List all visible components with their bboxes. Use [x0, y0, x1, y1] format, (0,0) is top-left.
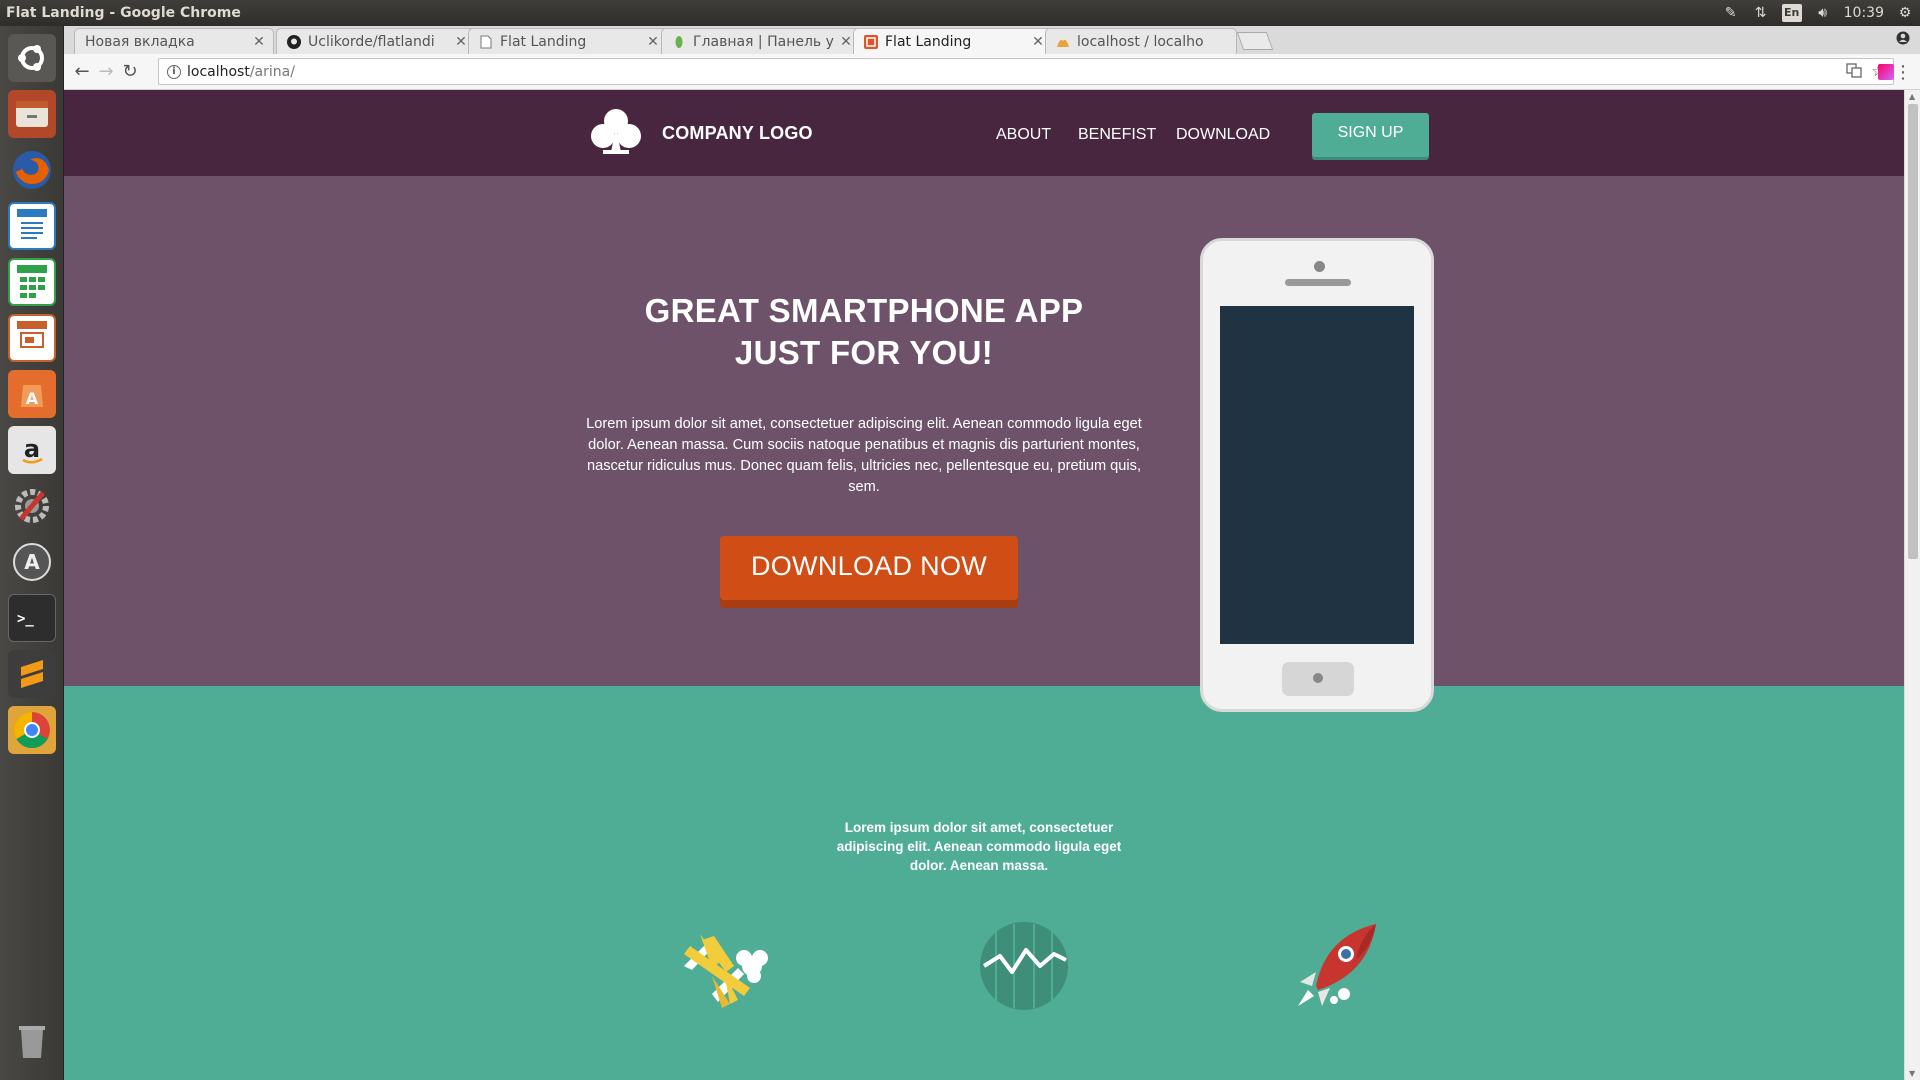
info-icon[interactable]: i [167, 64, 181, 79]
ubuntu-dash-icon[interactable] [8, 34, 56, 82]
translate-icon[interactable] [1845, 62, 1862, 82]
trash-icon[interactable] [8, 1016, 56, 1064]
top-panel: Flat Landing - Google Chrome ✎ ⇅ En 🔊︎ 1… [0, 0, 1920, 26]
site-icon [864, 35, 878, 49]
firefox-icon[interactable] [8, 146, 56, 194]
forward-icon[interactable]: → [96, 62, 116, 82]
browser-window: Новая вкладка ✕ Uclikorde/flatlandi ✕ Fl… [64, 26, 1920, 1080]
chrome-icon[interactable] [8, 706, 56, 754]
phone-home-dot [1313, 673, 1323, 683]
leaf-icon [672, 35, 686, 49]
tab-flat-landing-active[interactable]: Flat Landing ✕ [853, 28, 1053, 55]
hero-paragraph: Lorem ipsum dolor sit amet, consectetuer… [586, 416, 1142, 495]
url-path: /arina/ [249, 63, 295, 80]
airplane-icon [684, 934, 768, 1008]
window-title: Flat Landing - Google Chrome [6, 5, 241, 21]
profile-icon[interactable] [1896, 31, 1910, 49]
gear-icon[interactable]: ⚙ [1896, 4, 1914, 22]
nav-about[interactable]: ABOUT [996, 126, 1051, 144]
close-icon[interactable]: ✕ [251, 34, 267, 50]
terminal-icon[interactable]: >_ [8, 594, 56, 642]
svg-text:A: A [26, 389, 39, 408]
reload-icon[interactable]: ↻ [120, 62, 140, 82]
tab-label: Uclikorde/flatlandi [308, 33, 435, 50]
new-tab-button[interactable] [1236, 32, 1274, 50]
tab-dashboard[interactable]: Главная | Панель у ✕ [661, 28, 861, 54]
libreoffice-writer-icon[interactable] [8, 202, 56, 250]
page-scrollbar[interactable]: ▲ ▼ [1904, 90, 1920, 1080]
scroll-down-arrow[interactable]: ▼ [1909, 1069, 1915, 1078]
close-icon[interactable]: ✕ [838, 34, 854, 50]
amazon-icon[interactable]: a [8, 426, 56, 474]
smartphone-illustration [1200, 238, 1434, 712]
download-now-button[interactable]: DOWNLOAD NOW [720, 536, 1018, 600]
tab-label: Главная | Панель у [693, 33, 834, 50]
tab-phpmyadmin[interactable]: localhost / localho [1045, 28, 1237, 54]
rocket-icon [1298, 924, 1376, 1006]
hero-section: GREAT SMARTPHONE APP JUST FOR YOU! Lorem… [64, 176, 1904, 686]
phone-speaker [1285, 279, 1351, 286]
page-icon [479, 35, 493, 49]
scroll-up-arrow[interactable]: ▲ [1909, 92, 1915, 101]
company-logo-text[interactable]: COMPANY LOGO [662, 123, 813, 144]
tab-label: localhost / localho [1077, 33, 1204, 50]
close-icon[interactable]: ✕ [645, 34, 661, 50]
tab-label: Flat Landing [885, 34, 972, 50]
github-icon [287, 34, 301, 49]
close-icon[interactable]: ✕ [453, 34, 469, 50]
files-icon[interactable] [8, 90, 56, 138]
clock[interactable]: 10:39 [1844, 5, 1884, 21]
back-icon[interactable]: ← [72, 62, 92, 82]
close-icon[interactable]: ✕ [1030, 34, 1046, 50]
software-center-icon[interactable]: A [8, 370, 56, 418]
system-settings-icon[interactable] [8, 482, 56, 530]
club-logo-icon[interactable] [589, 106, 643, 156]
launcher: A a A >_ [0, 26, 64, 1080]
svg-text:A: A [24, 550, 40, 574]
svg-text:a: a [24, 435, 40, 463]
sublime-text-icon[interactable] [8, 650, 56, 698]
network-icon[interactable]: ⇅ [1752, 4, 1770, 22]
address-bar[interactable]: i localhost/arina/ ☆ [158, 58, 1894, 85]
features-intro-text: Lorem ipsum dolor sit amet, consectetuer… [836, 820, 1122, 873]
phpmyadmin-icon [1056, 35, 1070, 49]
libreoffice-calc-icon[interactable] [8, 258, 56, 306]
tab-label: Flat Landing [500, 33, 587, 50]
page-viewport: COMPANY LOGO ABOUT BENEFIST DOWNLOAD SIG… [64, 90, 1904, 1080]
tab-label: Новая вкладка [85, 33, 195, 50]
tab-new-tab[interactable]: Новая вкладка ✕ [74, 28, 274, 54]
libreoffice-impress-icon[interactable] [8, 314, 56, 362]
phone-screen [1220, 306, 1414, 644]
tab-github[interactable]: Uclikorde/flatlandi ✕ [276, 28, 476, 54]
sign-up-button[interactable]: SIGN UP [1312, 113, 1429, 157]
site-header: COMPANY LOGO ABOUT BENEFIST DOWNLOAD SIG… [64, 90, 1904, 176]
nav-benefist[interactable]: BENEFIST [1078, 126, 1156, 144]
paperclip-icon[interactable]: ✎ [1722, 4, 1740, 22]
chart-icon [980, 922, 1068, 1010]
phone-camera [1314, 261, 1325, 272]
hero-title-line-2: JUST FOR YOU! [734, 334, 994, 371]
extension-icon[interactable] [1878, 64, 1894, 80]
tab-strip: Новая вкладка ✕ Uclikorde/flatlandi ✕ Fl… [64, 26, 1920, 55]
svg-text:>_: >_ [17, 611, 34, 627]
scrollbar-thumb[interactable] [1908, 104, 1918, 559]
hero-title-line-1: GREAT SMARTPHONE APP [644, 292, 1084, 329]
browser-toolbar: ← → ↻ i localhost/arina/ ☆ ⋮ [64, 54, 1920, 90]
url-host: localhost [187, 63, 250, 80]
keyboard-layout-indicator[interactable]: En [1781, 4, 1802, 22]
menu-icon[interactable]: ⋮ [1894, 62, 1912, 83]
software-updater-icon[interactable]: A [8, 538, 56, 586]
hero-title: GREAT SMARTPHONE APP JUST FOR YOU! [594, 290, 1134, 374]
nav-download[interactable]: DOWNLOAD [1176, 126, 1270, 144]
panel-indicators: ✎ ⇅ En 🔊︎ 10:39 ⚙ [1722, 0, 1914, 26]
tab-flat-landing[interactable]: Flat Landing ✕ [468, 28, 668, 54]
volume-icon[interactable]: 🔊︎ [1814, 4, 1832, 22]
